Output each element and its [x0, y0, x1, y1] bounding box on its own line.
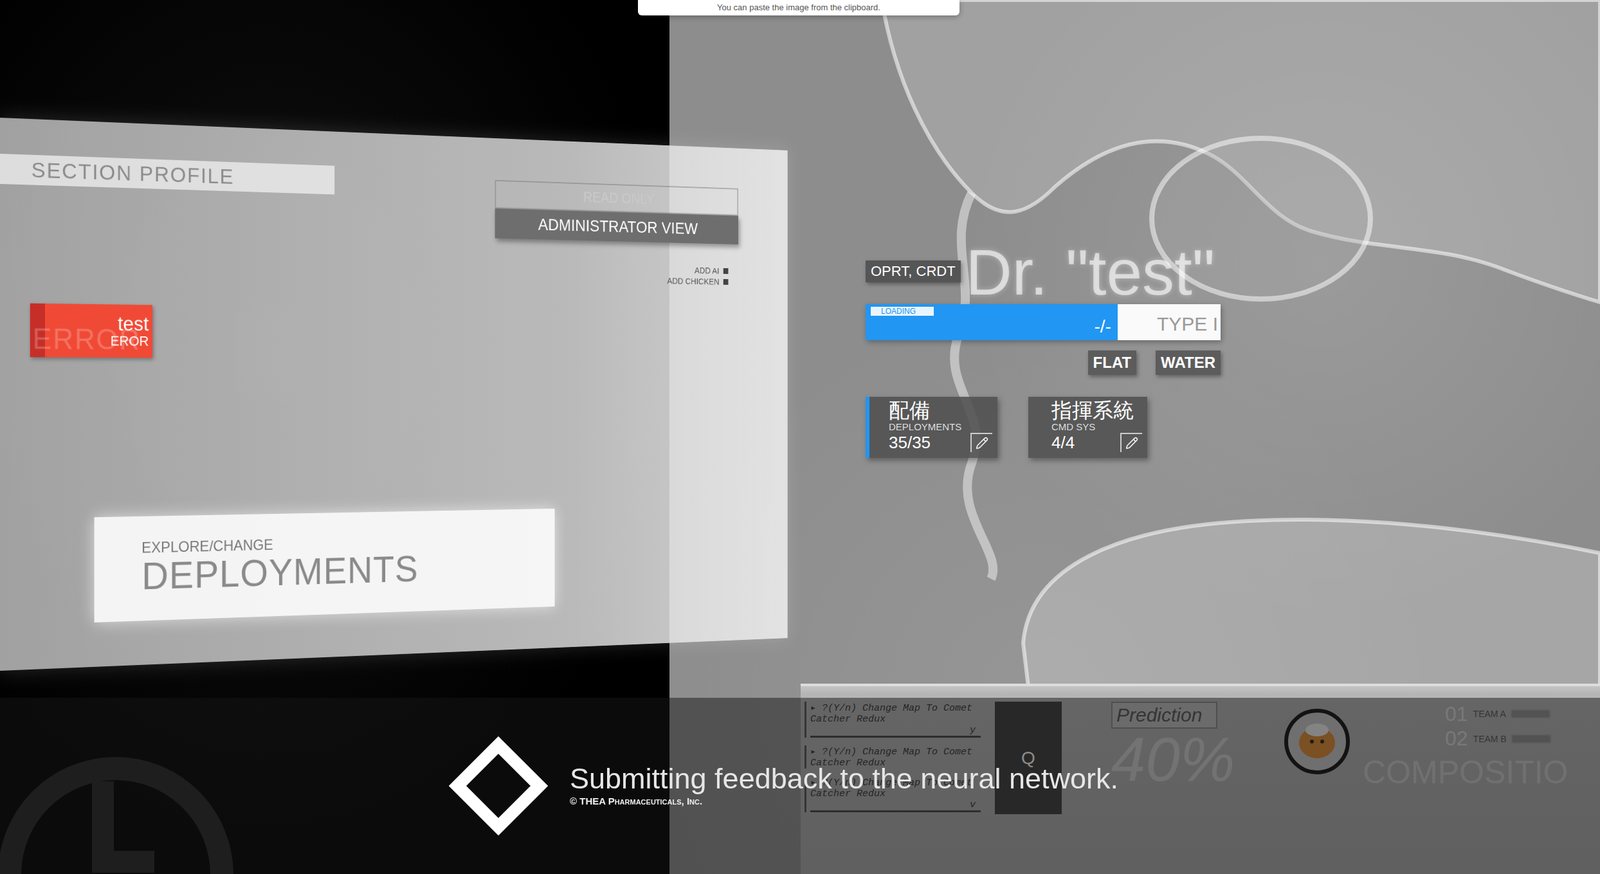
unit-name: Dr. "test" — [965, 239, 1216, 305]
unit-name-row: OPRT, CRDTDr. "test" — [865, 239, 1221, 305]
stat-row: 配備DEPLOYMENTS35/35 指揮系統CMD SYS4/4 — [865, 396, 1221, 458]
stat-footer: 4/4 — [1051, 432, 1143, 453]
status-title: test — [117, 313, 149, 334]
stat-value: 35/35 — [888, 433, 931, 453]
stat-subtitle: CMD SYS — [1051, 421, 1143, 433]
type-field[interactable]: TYPE I — [1117, 304, 1221, 341]
action-list: ADD AIADD CHICKEN — [495, 261, 739, 287]
terrain-tag: FLAT — [1088, 350, 1137, 375]
copyright: © THEA Pharmaceuticals, Inc. — [569, 795, 1119, 807]
stat-subtitle: DEPLOYMENTS — [888, 421, 993, 433]
loading-label: LOADING — [870, 306, 934, 316]
panel-controls: READ ONLYADMINISTRATOR VIEWADD AIADD CHI… — [495, 180, 739, 287]
stat-card[interactable]: 指揮系統CMD SYS4/4 — [1028, 396, 1148, 458]
game-screen: OPRT, CRDTDr. "test"LOADING-/-TYPE IFLAT… — [0, 0, 1600, 874]
edit-button[interactable] — [1120, 432, 1143, 453]
status-code: EROR — [110, 333, 150, 349]
stat-value: 4/4 — [1051, 433, 1075, 453]
loading-overlay: Submitting feedback to the neural networ… — [0, 697, 1600, 874]
stat-title: 配備 — [888, 399, 993, 422]
status-row: ERRORtestEROR — [0, 302, 739, 361]
clipboard-popup: You can paste the image from the clipboa… — [637, 0, 960, 16]
section-header: SECTION PROFILE — [0, 153, 335, 195]
stat-card[interactable]: 配備DEPLOYMENTS35/35 — [865, 396, 998, 458]
action-item[interactable]: ADD CHICKEN — [666, 275, 728, 287]
edit-button[interactable] — [970, 432, 993, 453]
panel-top: SECTION PROFILEREAD ONLYADMINISTRATOR VI… — [0, 153, 739, 287]
loading-fill: LOADING -/- — [865, 304, 1118, 341]
stat-footer: 35/35 — [888, 432, 993, 453]
administrator-view-button[interactable]: ADMINISTRATOR VIEW — [495, 208, 739, 245]
terrain-tags: FLAT WATER — [865, 350, 1221, 375]
diamond-logo-icon — [448, 736, 548, 836]
profile-panel: SECTION PROFILEREAD ONLYADMINISTRATOR VI… — [0, 117, 788, 671]
action-square — [723, 267, 729, 274]
pencil-icon — [1125, 436, 1139, 450]
terrain-tag: WATER — [1155, 350, 1221, 375]
pencil-icon — [975, 436, 989, 450]
overlay-text: Submitting feedback to the neural networ… — [569, 762, 1119, 807]
overlay-message: Submitting feedback to the neural networ… — [569, 762, 1119, 796]
action-item[interactable]: ADD AI — [694, 264, 728, 276]
action-square — [723, 278, 729, 285]
role-tag: OPRT, CRDT — [865, 260, 961, 283]
unit-card: OPRT, CRDTDr. "test"LOADING-/-TYPE IFLAT… — [865, 239, 1221, 458]
status-tag: ERRORtestEROR — [30, 303, 153, 359]
loading-bar: LOADING -/- TYPE I — [865, 304, 1221, 341]
loading-reading: -/- — [1093, 316, 1111, 337]
deployments-card[interactable]: EXPLORE/CHANGEDEPLOYMENTS — [94, 508, 555, 623]
card-title: DEPLOYMENTS — [141, 547, 514, 596]
stat-title: 指揮系統 — [1051, 399, 1143, 422]
